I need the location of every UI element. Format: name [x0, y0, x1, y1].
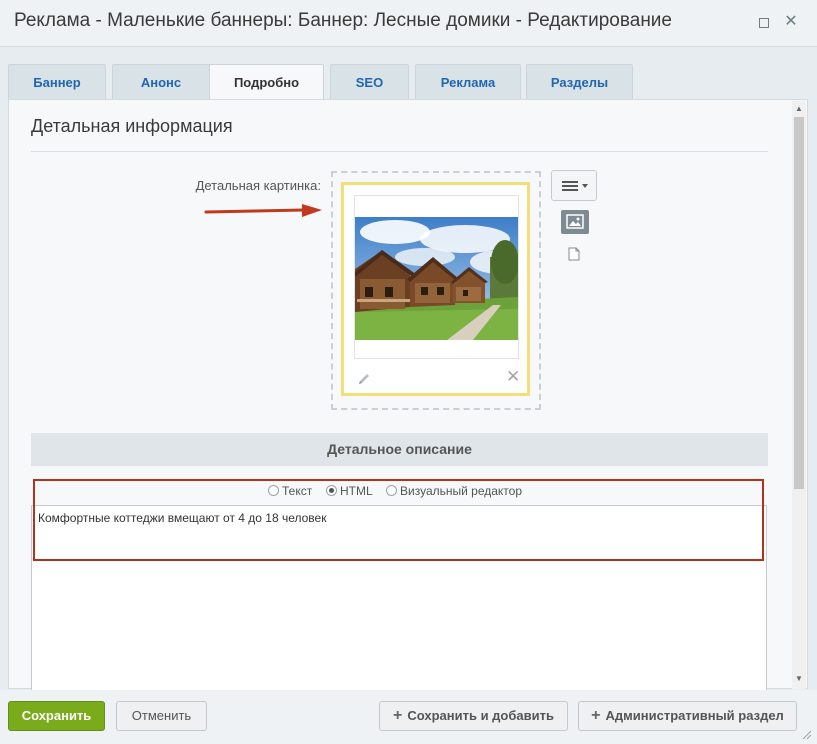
- radio-text-mode[interactable]: Текст: [268, 484, 312, 498]
- remove-icon[interactable]: ✕: [506, 368, 520, 385]
- tab-label: Реклама: [440, 75, 496, 90]
- section-heading: Детальная информация: [31, 116, 233, 136]
- divider: [31, 151, 768, 152]
- image-icon: [566, 214, 584, 229]
- radio-icon: [386, 485, 397, 496]
- description-editor[interactable]: [31, 505, 767, 695]
- detail-picture-card[interactable]: ✕: [341, 182, 530, 396]
- file-icon[interactable]: [568, 247, 580, 261]
- image-mode-button[interactable]: [561, 210, 589, 234]
- radio-checked-icon: [326, 485, 337, 496]
- radio-visual-editor-mode[interactable]: Визуальный редактор: [386, 484, 522, 498]
- tab-details[interactable]: Подробно: [209, 64, 324, 101]
- menu-icon: [562, 181, 588, 191]
- tab-label: SEO: [355, 75, 384, 90]
- tab-label: Анонс: [140, 75, 182, 90]
- image-frame: [354, 195, 519, 359]
- tab-label: Баннер: [33, 75, 81, 90]
- tab-seo[interactable]: SEO: [330, 64, 409, 99]
- detail-picture-label: Детальная картинка:: [195, 178, 321, 193]
- pointer-arrow-icon: [204, 204, 322, 217]
- button-label: Сохранить и добавить: [407, 708, 554, 723]
- tab-label: Подробно: [233, 75, 300, 90]
- radio-label: Визуальный редактор: [400, 484, 523, 498]
- plus-icon: +: [591, 707, 601, 724]
- radio-label: Текст: [282, 484, 313, 498]
- maximize-button[interactable]: [756, 14, 772, 30]
- picture-menu-button[interactable]: [551, 170, 597, 201]
- tab-sections[interactable]: Разделы: [526, 64, 633, 99]
- description-text[interactable]: Комфортные коттеджи вмещают от 4 до 18 ч…: [38, 511, 326, 525]
- pencil-icon[interactable]: [357, 372, 371, 386]
- tab-banner[interactable]: Баннер: [8, 64, 106, 99]
- scrollbar-thumb[interactable]: [794, 117, 804, 489]
- editor-mode-selector: Текст HTML Визуальный редактор: [31, 480, 768, 505]
- forest-houses-photo: [355, 217, 518, 340]
- admin-section-button[interactable]: + Административный раздел: [578, 701, 797, 731]
- scroll-up-icon[interactable]: ▲: [792, 103, 806, 115]
- close-button[interactable]: ✕: [783, 14, 799, 30]
- button-label: Административный раздел: [605, 708, 784, 723]
- plus-icon: +: [393, 707, 403, 724]
- scroll-down-icon[interactable]: ▼: [792, 673, 806, 685]
- detail-description-header: Детальное описание: [31, 433, 768, 466]
- tab-announce[interactable]: Анонс: [112, 64, 210, 99]
- tab-label: Разделы: [550, 75, 609, 90]
- maximize-icon: [759, 18, 769, 28]
- close-icon: ✕: [784, 13, 798, 30]
- tab-advertising[interactable]: Реклама: [415, 64, 521, 99]
- cancel-button[interactable]: Отменить: [116, 701, 207, 731]
- save-button[interactable]: Сохранить: [8, 701, 105, 731]
- radio-icon: [268, 485, 279, 496]
- window-titlebar: Реклама - Маленькие баннеры: Баннер: Лес…: [0, 0, 817, 47]
- radio-html-mode[interactable]: HTML: [326, 484, 373, 498]
- save-and-add-button[interactable]: + Сохранить и добавить: [379, 701, 568, 731]
- window-title: Реклама - Маленькие баннеры: Баннер: Лес…: [14, 10, 672, 31]
- vertical-scrollbar[interactable]: ▲ ▼: [792, 101, 806, 689]
- resize-grip-icon[interactable]: [800, 728, 812, 740]
- radio-label: HTML: [340, 484, 373, 498]
